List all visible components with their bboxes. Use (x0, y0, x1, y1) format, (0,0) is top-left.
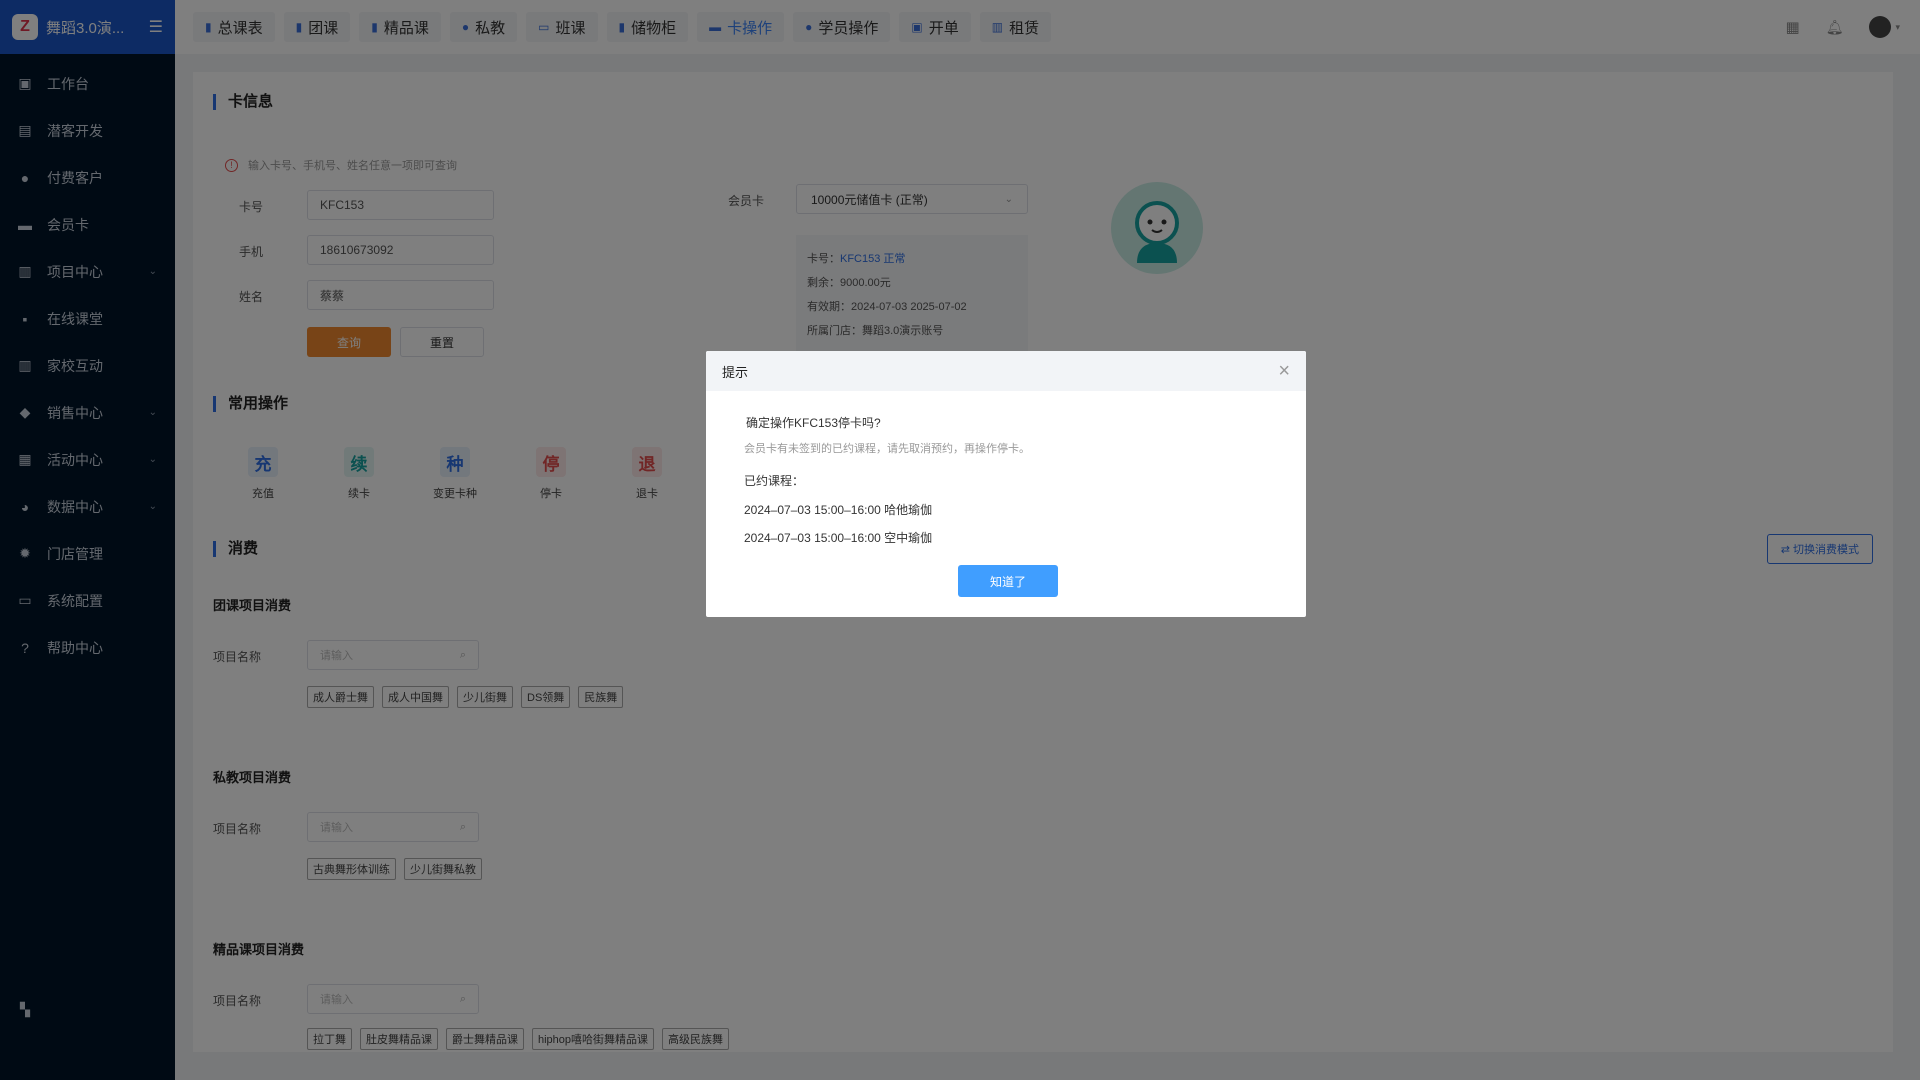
dialog-question: 确定操作KFC153停卡吗? (746, 416, 881, 430)
acknowledge-button[interactable]: 知道了 (958, 565, 1058, 597)
confirm-dialog: 提示 × 确定操作KFC153停卡吗? 会员卡有未签到的已约课程，请先取消预约，… (706, 351, 1306, 617)
dialog-header: 提示 × (706, 351, 1306, 391)
booked-courses-label: 已约课程： (744, 474, 805, 488)
booked-course-item: 2024–07–03 15:00–16:00 哈他瑜伽 (744, 503, 933, 517)
close-icon[interactable]: × (1278, 361, 1290, 381)
dialog-body: 确定操作KFC153停卡吗? 会员卡有未签到的已约课程，请先取消预约，再操作停卡… (706, 391, 1306, 546)
dialog-title: 提示 (722, 364, 749, 380)
dialog-warning: 会员卡有未签到的已约课程，请先取消预约，再操作停卡。 (744, 443, 1030, 455)
booked-course-item: 2024–07–03 15:00–16:00 空中瑜伽 (744, 531, 933, 545)
